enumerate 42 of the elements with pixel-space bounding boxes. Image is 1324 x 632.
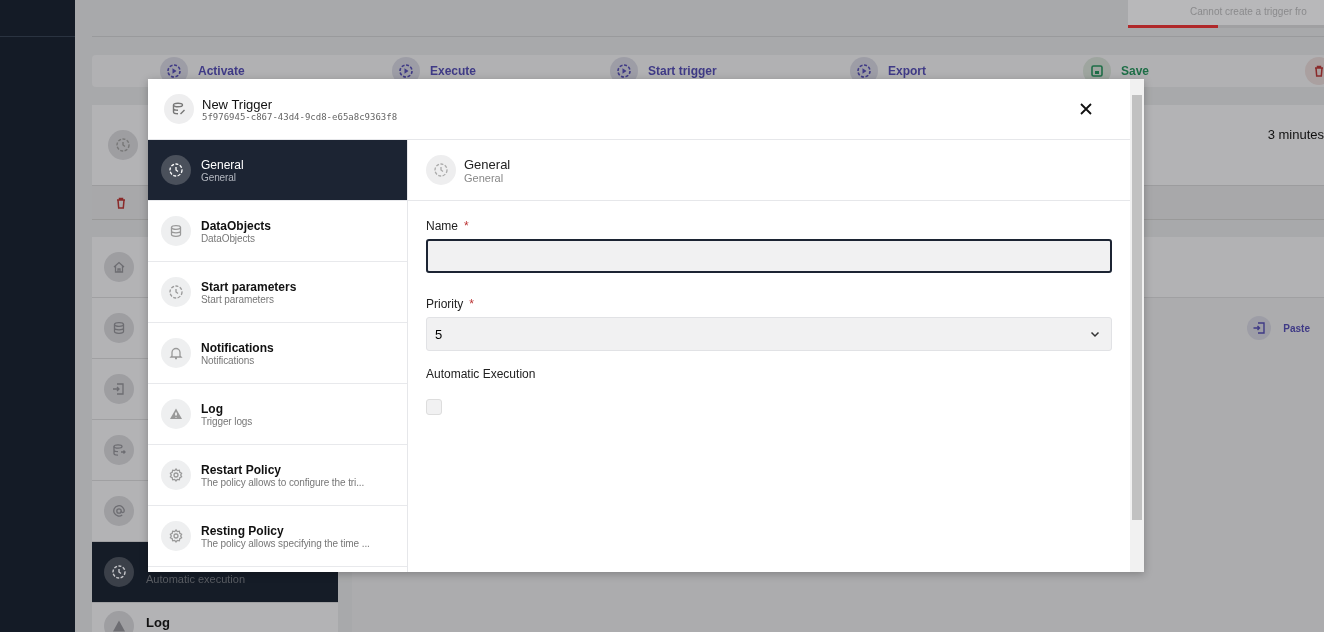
nav-item[interactable]: General General	[148, 140, 407, 201]
login-icon	[104, 374, 134, 404]
time-text: 3 minutes	[1267, 126, 1324, 142]
nav-item[interactable]: Resting Policy The policy allows specifying the time ...	[148, 506, 407, 567]
database-edit-icon	[164, 94, 194, 124]
login-icon	[1247, 316, 1272, 340]
clock-icon	[104, 557, 134, 587]
dialog-title: New Trigger	[202, 96, 273, 112]
bell-icon	[161, 338, 191, 368]
paste-button[interactable]: Paste	[1247, 316, 1310, 340]
checkbox[interactable]	[426, 399, 442, 415]
scrollbar[interactable]	[1130, 79, 1144, 572]
section-title: General	[464, 156, 511, 172]
nav-item[interactable]: Notifications Notifications	[148, 323, 407, 384]
export-icon	[104, 435, 134, 465]
db-icon	[104, 313, 134, 343]
clock-icon	[108, 130, 138, 160]
field-label: Priority	[426, 297, 464, 311]
trash-icon[interactable]	[114, 195, 128, 210]
section-subtitle: General	[464, 171, 505, 184]
clock-icon	[161, 155, 191, 185]
nav-item[interactable]: Log Trigger logs	[148, 384, 407, 445]
clock-icon	[426, 155, 456, 185]
required-mark: *	[469, 297, 474, 311]
trigger-id: 5f976945-c867-43d4-9cd8-e65a8c9363f8	[202, 111, 398, 122]
nav-item[interactable]: Restart Policy The policy allows to configure the tri...	[148, 445, 407, 506]
warning-icon	[161, 399, 191, 429]
priority-select[interactable]: 5	[426, 317, 1112, 351]
warning-icon	[104, 611, 134, 632]
at-icon	[104, 496, 134, 526]
field-label: Name	[426, 219, 458, 233]
clock-icon	[161, 277, 191, 307]
list-item[interactable]: Log	[92, 603, 338, 632]
database-icon	[161, 216, 191, 246]
required-mark: *	[464, 219, 469, 233]
home-icon	[104, 252, 134, 282]
gear-icon	[161, 521, 191, 551]
gear-icon	[161, 460, 191, 490]
nav-item[interactable]: DataObjects DataObjects	[148, 201, 407, 262]
nav-item[interactable]: Start parameters Start parameters	[148, 262, 407, 323]
name-input[interactable]	[426, 239, 1112, 273]
field-label: Automatic Execution	[426, 367, 536, 381]
